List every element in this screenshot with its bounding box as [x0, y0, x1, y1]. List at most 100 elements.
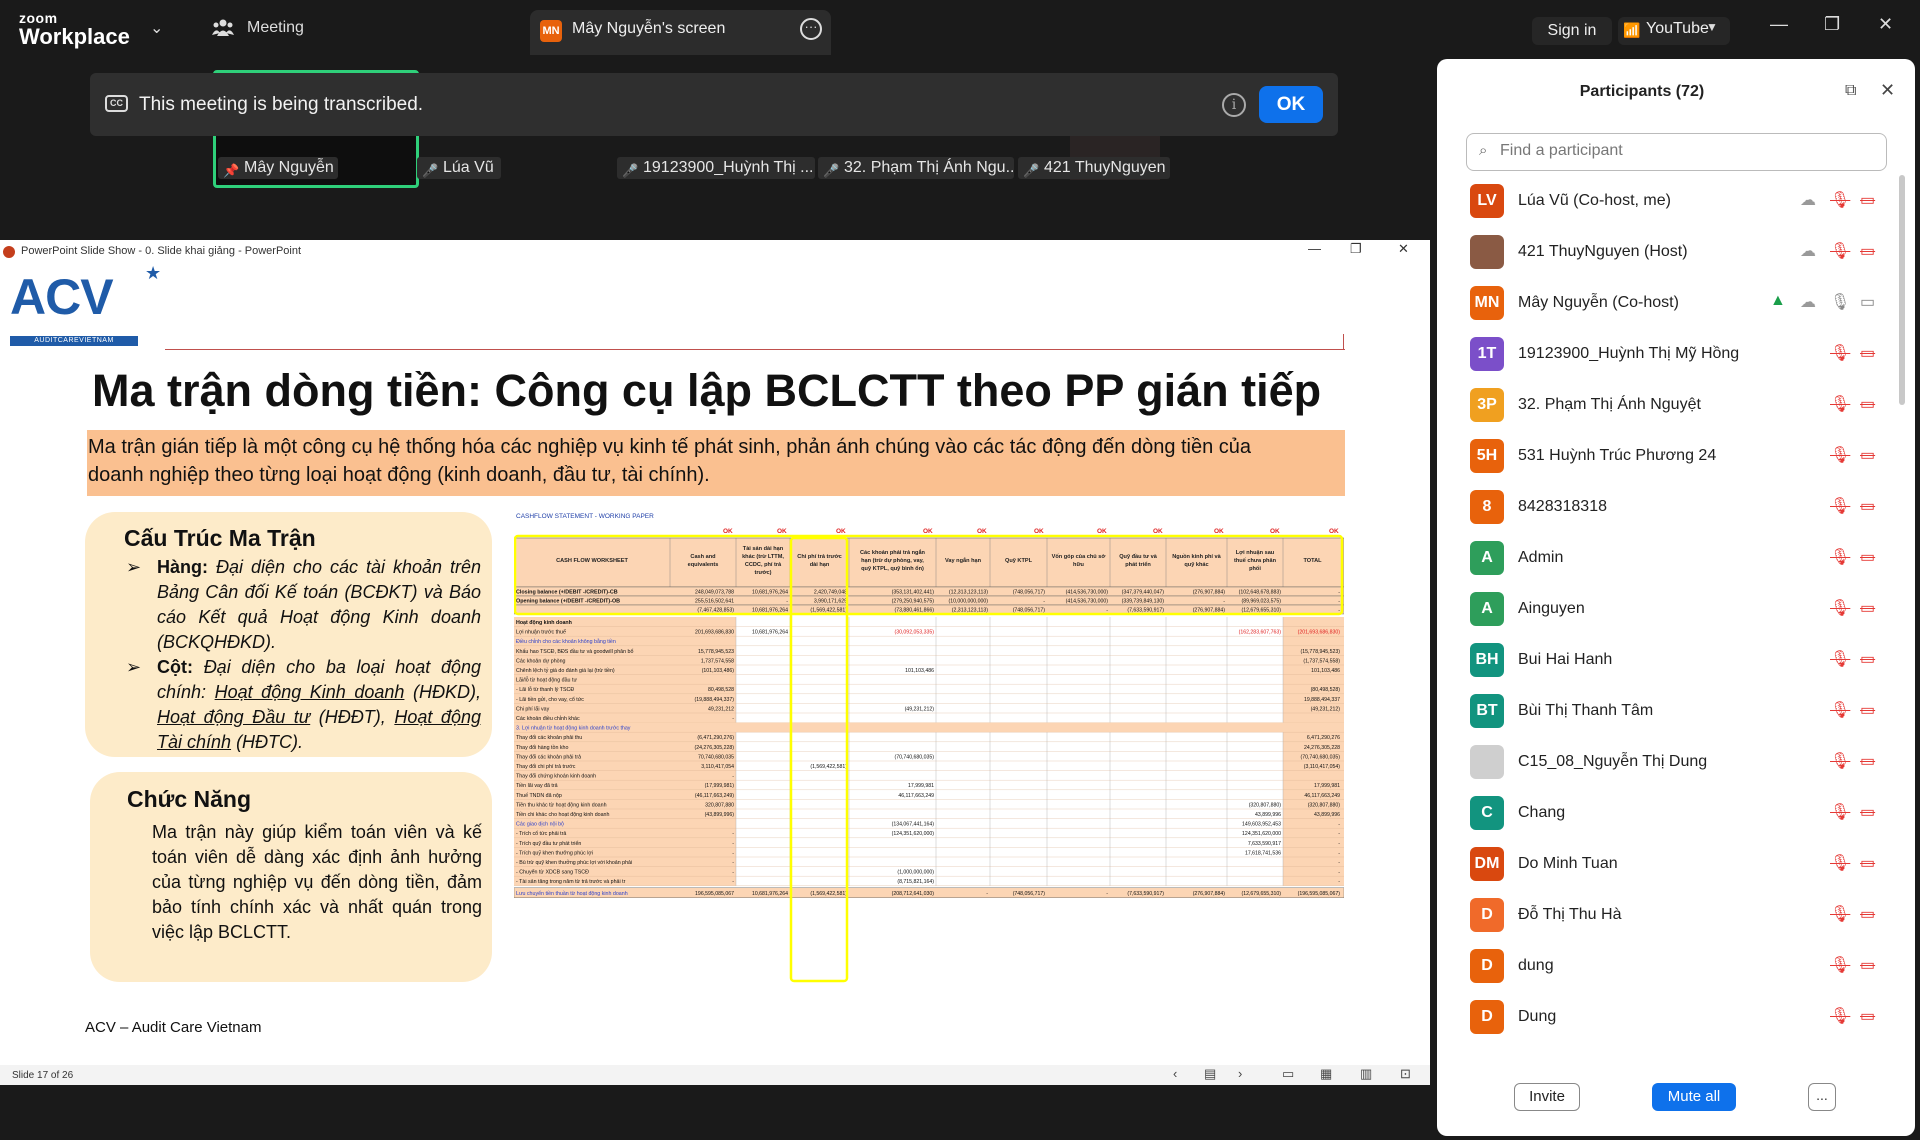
meeting-tab[interactable]: Meeting [247, 19, 304, 37]
restore-icon[interactable]: ❐ [1824, 14, 1840, 35]
video-off-icon[interactable]: ▭ [1860, 241, 1875, 261]
muted-mic-icon[interactable]: 🎙 [1830, 598, 1850, 618]
sharing-screen-icon[interactable]: ▲ [1770, 292, 1786, 310]
video-icon[interactable]: ▭ [1860, 292, 1875, 312]
participant-name: Bùi Thị Thanh Tâm [1518, 702, 1654, 719]
more-options-button[interactable]: ... [1808, 1083, 1836, 1111]
muted-mic-icon[interactable]: 🎙 [1830, 445, 1850, 465]
participant-row[interactable]: D Đỗ Thị Thu Hà 🎙 ▭ [1470, 898, 1880, 948]
video-off-icon[interactable]: ▭ [1860, 649, 1875, 669]
muted-mic-icon[interactable]: 🎙 [1830, 802, 1850, 822]
participant-row[interactable]: DM Do Minh Tuan 🎙 ▭ [1470, 847, 1880, 897]
sign-in-button[interactable]: Sign in [1532, 17, 1612, 45]
video-off-icon[interactable]: ▭ [1860, 904, 1875, 924]
participant-row[interactable]: C15_08_Nguyễn Thị Dung 🎙 ▭ [1470, 745, 1880, 795]
ok-button[interactable]: OK [1259, 86, 1323, 123]
column-header-text: Tài sản dài hạn [743, 546, 784, 552]
muted-mic-icon[interactable]: 🎙 [1830, 343, 1850, 363]
app-logo-bottom: Workplace [19, 24, 130, 49]
app-menu-chevron-down-icon[interactable]: ⌄ [150, 18, 163, 38]
worksheet-cell: 101,103,486 [905, 668, 934, 674]
balance-cell: (12,313,123,113) [949, 590, 988, 596]
video-off-icon[interactable]: ▭ [1860, 445, 1875, 465]
mic-icon[interactable]: 🎙 [1830, 292, 1850, 312]
worksheet-cell: (134,067,441,164) [892, 822, 935, 828]
popout-icon[interactable]: ⧉ [1845, 82, 1856, 100]
participant-row[interactable]: 5H 531 Huỳnh Trúc Phương 24 🎙 ▭ [1470, 439, 1880, 489]
invite-button[interactable]: Invite [1514, 1083, 1580, 1111]
video-off-icon[interactable]: ▭ [1860, 751, 1875, 771]
column-header-text: quỹ KTPL, quỹ bình ổn) [861, 565, 924, 572]
slide-menu-icon[interactable]: ▤ [1204, 1066, 1216, 1082]
muted-mic-icon[interactable]: 🎙 [1830, 547, 1850, 567]
participant-row[interactable]: 1T 19123900_Huỳnh Thị Mỹ Hồng 🎙 ▭ [1470, 337, 1880, 387]
column-header-text: hạn (trừ dự phòng, vay, [861, 558, 924, 564]
next-slide-icon[interactable]: › [1238, 1066, 1242, 1081]
muted-mic-icon[interactable]: 🎙 [1830, 241, 1850, 261]
muted-mic-icon[interactable]: 🎙 [1830, 751, 1850, 771]
more-options-icon[interactable]: ··· [800, 18, 822, 40]
video-off-icon[interactable]: ▭ [1860, 598, 1875, 618]
total-cell: (748,056,717) [1013, 891, 1046, 897]
close-panel-icon[interactable]: ✕ [1880, 80, 1895, 101]
video-off-icon[interactable]: ▭ [1860, 190, 1875, 210]
muted-mic-icon[interactable]: 🎙 [1830, 700, 1850, 720]
cloud-icon[interactable]: ☁ [1800, 190, 1816, 210]
slideshow-icon[interactable]: ⊡ [1400, 1066, 1411, 1082]
video-off-icon[interactable]: ▭ [1860, 496, 1875, 516]
participant-name: Đỗ Thị Thu Hà [1518, 906, 1622, 923]
row-label: Thuế TNDN đã nộp [516, 793, 562, 799]
normal-view-icon[interactable]: ▭ [1282, 1066, 1294, 1082]
reading-view-icon[interactable]: ▥ [1360, 1066, 1372, 1082]
muted-mic-icon[interactable]: 🎙 [1830, 496, 1850, 516]
participant-row[interactable]: D Dung 🎙 ▭ [1470, 1000, 1880, 1050]
row-label: Hoạt động kinh doanh [516, 620, 572, 626]
cloud-icon[interactable]: ☁ [1800, 292, 1816, 312]
muted-mic-icon[interactable]: 🎙 [1830, 394, 1850, 414]
star-icon: ★ [145, 263, 162, 283]
participant-row[interactable]: 3P 32. Phạm Thị Ánh Nguyệt 🎙 ▭ [1470, 388, 1880, 438]
slide-sorter-icon[interactable]: ▦ [1320, 1066, 1332, 1082]
balance-cell: (10,000,000,000) [948, 599, 988, 605]
video-off-icon[interactable]: ▭ [1860, 394, 1875, 414]
ppt-close-icon[interactable]: ✕ [1398, 241, 1409, 257]
ppt-restore-icon[interactable]: ❐ [1350, 241, 1362, 257]
balance-cell: 3,990,171,629 [814, 599, 847, 605]
participant-row[interactable]: C Chang 🎙 ▭ [1470, 796, 1880, 846]
participant-avatar: DM [1470, 847, 1504, 881]
video-off-icon[interactable]: ▭ [1860, 547, 1875, 567]
participant-avatar [1470, 745, 1504, 779]
video-off-icon[interactable]: ▭ [1860, 343, 1875, 363]
muted-mic-icon[interactable]: 🎙 [1830, 904, 1850, 924]
video-off-icon[interactable]: ▭ [1860, 700, 1875, 720]
worksheet-cell: (320,807,880) [1308, 802, 1341, 808]
info-icon[interactable]: i [1222, 93, 1246, 117]
participant-row[interactable]: MN Mây Nguyễn (Co-host) ▲ ☁ 🎙 ▭ [1470, 286, 1880, 336]
video-off-icon[interactable]: ▭ [1860, 802, 1875, 822]
participant-row[interactable]: A Admin 🎙 ▭ [1470, 541, 1880, 591]
muted-mic-icon[interactable]: 🎙 [1830, 853, 1850, 873]
video-off-icon[interactable]: ▭ [1860, 853, 1875, 873]
muted-mic-icon[interactable]: 🎙 [1830, 649, 1850, 669]
muted-mic-icon[interactable]: 🎙 [1830, 190, 1850, 210]
participant-row[interactable]: BT Bùi Thị Thanh Tâm 🎙 ▭ [1470, 694, 1880, 744]
participant-row[interactable]: 8 8428318318 🎙 ▭ [1470, 490, 1880, 540]
video-off-icon[interactable]: ▭ [1860, 955, 1875, 975]
participant-scrollbar[interactable] [1899, 175, 1905, 405]
mute-all-button[interactable]: Mute all [1652, 1083, 1736, 1111]
participant-row[interactable]: A Ainguyen 🎙 ▭ [1470, 592, 1880, 642]
participant-row[interactable]: Ddung 🎙 ▭ [1470, 949, 1880, 999]
participant-row[interactable]: BH Bui Hai Hanh 🎙 ▭ [1470, 643, 1880, 693]
worksheet-cell: 1,737,574,558 [701, 658, 734, 664]
cloud-icon[interactable]: ☁ [1800, 241, 1816, 261]
video-off-icon[interactable]: ▭ [1860, 1006, 1875, 1026]
search-input[interactable]: Find a participant [1500, 142, 1623, 160]
close-icon[interactable]: ✕ [1878, 14, 1893, 35]
participant-row[interactable]: 421 ThuyNguyen (Host) ☁ 🎙 ▭ [1470, 235, 1880, 285]
previous-slide-icon[interactable]: ‹ [1173, 1066, 1177, 1081]
ppt-minimize-icon[interactable]: — [1308, 241, 1321, 256]
minimize-icon[interactable]: — [1770, 14, 1788, 35]
participant-row[interactable]: LV Lúa Vũ (Co-host, me) ☁ 🎙 ▭ [1470, 184, 1880, 234]
muted-mic-icon[interactable]: 🎙 [1830, 1006, 1850, 1026]
muted-mic-icon[interactable]: 🎙 [1830, 955, 1850, 975]
